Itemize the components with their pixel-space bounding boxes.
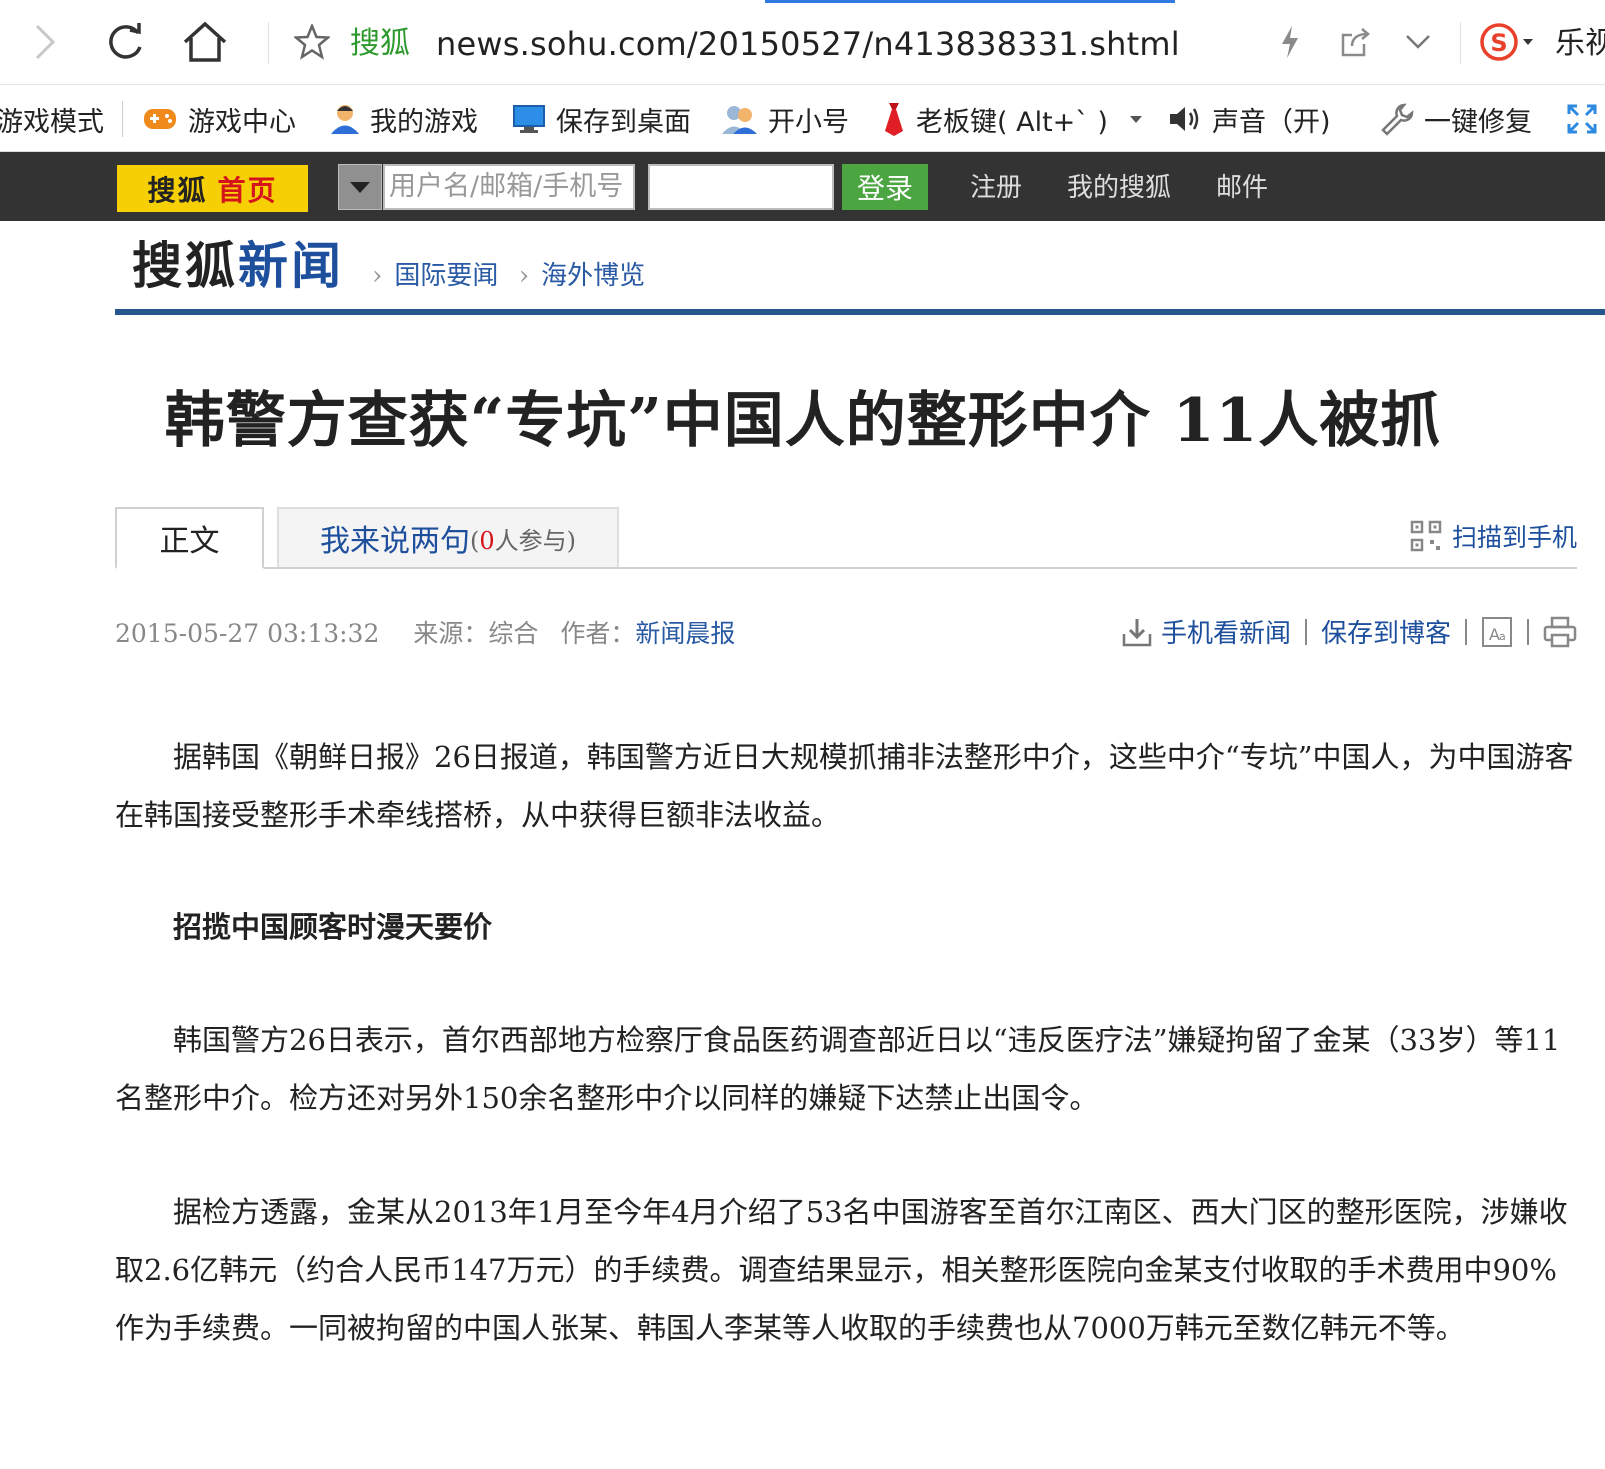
url-field[interactable]: news.sohu.com/20150527/n413838331.shtml <box>436 22 1180 66</box>
article-meta: 2015-05-27 03:13:32 来源：综合 作者：新闻晨报 <box>115 616 761 652</box>
breadcrumb: › 国际要闻 › 海外博览 <box>372 258 645 294</box>
save-to-desktop-label: 保存到桌面 <box>556 106 691 138</box>
article-tools: 手机看新闻 保存到博客 Aa <box>1121 613 1577 650</box>
svg-text:a: a <box>1499 630 1506 643</box>
open-sub-account-button[interactable]: 开小号 <box>722 99 849 139</box>
game-mode-label: 游戏模式 <box>0 106 104 138</box>
username-input[interactable]: 用户名/邮箱/手机号 <box>383 164 635 210</box>
lightning-icon[interactable] <box>1270 18 1310 66</box>
source-value: 综合 <box>488 619 539 648</box>
game-toolbar: 游戏模式 游戏中心 我的游戏 保存到桌面 开小号 老板键( Alt+` ) 声音… <box>0 85 1605 152</box>
divider <box>1460 22 1461 64</box>
svg-text:S: S <box>1490 29 1507 57</box>
logo-text: 搜狐 <box>132 238 238 294</box>
qr-code-icon <box>1410 520 1442 552</box>
chevron-right-icon: › <box>518 261 530 291</box>
breadcrumb-item[interactable]: 海外博览 <box>541 261 645 291</box>
comment-count: (0人参与) <box>469 526 577 555</box>
tab-baseline <box>115 567 1577 569</box>
my-games-button[interactable]: 我的游戏 <box>330 99 478 139</box>
sogou-input-icon[interactable]: S <box>1478 18 1540 66</box>
mail-link[interactable]: 邮件 <box>1216 168 1268 208</box>
boss-key-button[interactable]: 老板键( Alt+` ) <box>882 99 1160 139</box>
caret-down-icon <box>350 182 370 193</box>
article-subheading: 招揽中国顾客时漫天要价 <box>173 910 493 944</box>
scan-to-phone-button[interactable]: 扫描到手机 <box>1410 518 1577 554</box>
caret-down-icon[interactable] <box>1122 113 1150 125</box>
sohu-login-bar: 搜狐 首页 用户名/邮箱/手机号 登录 注册 我的搜狐 邮件 <box>0 152 1605 221</box>
password-input[interactable] <box>648 164 834 210</box>
save-to-desktop-button[interactable]: 保存到桌面 <box>512 99 691 139</box>
divider <box>1304 618 1307 645</box>
game-mode-button[interactable]: 游戏模式 <box>0 99 104 139</box>
font-size-icon[interactable]: Aa <box>1481 616 1513 648</box>
open-sub-account-label: 开小号 <box>768 106 849 138</box>
tab-article[interactable]: 正文 <box>115 507 264 569</box>
login-type-dropdown[interactable] <box>338 164 382 210</box>
boss-key-label: 老板键( Alt+` ) <box>916 106 1108 138</box>
speaker-icon <box>1170 107 1199 131</box>
my-games-label: 我的游戏 <box>370 106 478 138</box>
author-label: 作者： <box>560 619 636 648</box>
breadcrumb-item[interactable]: 国际要闻 <box>394 261 498 291</box>
fullscreen-button[interactable] <box>1567 99 1605 139</box>
chevron-down-icon[interactable] <box>1398 18 1438 66</box>
users-icon <box>722 106 757 134</box>
sound-toggle-button[interactable]: 声音（开) <box>1168 99 1331 139</box>
author-link[interactable]: 新闻晨报 <box>635 619 735 648</box>
sound-label: 声音（开) <box>1212 106 1331 138</box>
star-icon[interactable] <box>292 18 332 66</box>
site-name: 搜狐 <box>350 26 410 61</box>
wrench-icon <box>1381 103 1414 136</box>
chevron-right-icon: › <box>372 261 383 291</box>
divider <box>1527 618 1529 645</box>
publish-time: 2015-05-27 03:13:32 <box>115 619 380 648</box>
divider <box>268 22 269 64</box>
forward-icon[interactable] <box>20 18 68 66</box>
tie-icon <box>885 103 903 136</box>
share-icon[interactable] <box>1335 18 1379 66</box>
monitor-icon <box>513 105 545 133</box>
one-click-repair-button[interactable]: 一键修复 <box>1380 99 1532 139</box>
page-load-progress <box>765 0 1175 3</box>
my-sohu-link[interactable]: 我的搜狐 <box>1067 168 1171 208</box>
gamepad-icon <box>144 109 176 129</box>
tab-comments-label: 我来说两句 <box>319 524 470 559</box>
divider <box>122 101 123 137</box>
article-title: 韩警方查获“专坑”中国人的整形中介 11人被抓 <box>164 386 1442 456</box>
article-paragraph: 韩国警方26日表示，首尔西部地方检察厅食品医药调查部近日以“违反医疗法”嫌疑拘留… <box>115 1023 1561 1115</box>
repair-label: 一键修复 <box>1424 106 1532 138</box>
game-center-button[interactable]: 游戏中心 <box>142 99 296 139</box>
logo-news-text: 新闻 <box>238 238 344 294</box>
game-center-label: 游戏中心 <box>188 106 296 138</box>
tab-comments[interactable]: 我来说两句 (0人参与) <box>277 507 619 567</box>
header-divider <box>115 309 1605 315</box>
reload-icon[interactable] <box>100 18 150 66</box>
login-button[interactable]: 登录 <box>842 164 928 210</box>
sohu-home-logo[interactable]: 搜狐 首页 <box>117 165 308 212</box>
browser-address-bar: 搜狐 news.sohu.com/20150527/n413838331.sht… <box>0 0 1605 85</box>
divider <box>1465 618 1467 645</box>
article-paragraph: 据检方透露，金某从2013年1月至今年4月介绍了53名中国游客至首尔江南区、西大… <box>115 1195 1568 1345</box>
logo-text: 搜狐 <box>147 175 208 207</box>
print-icon[interactable] <box>1543 616 1577 648</box>
article-paragraph: 据韩国《朝鲜日报》26日报道，韩国警方近日大规模抓捕非法整形中介，这些中介“专坑… <box>115 740 1574 832</box>
fullscreen-icon <box>1567 104 1597 134</box>
user-icon <box>331 105 359 134</box>
source-label: 来源： <box>413 619 489 648</box>
sohu-news-logo[interactable]: 搜狐新闻 <box>132 236 344 296</box>
logo-home-text: 首页 <box>217 175 278 207</box>
le-tv-link[interactable]: 乐视 <box>1555 24 1605 64</box>
register-link[interactable]: 注册 <box>970 168 1022 208</box>
mobile-news-link[interactable]: 手机看新闻 <box>1161 613 1291 650</box>
home-icon[interactable] <box>178 18 232 66</box>
download-icon <box>1122 618 1152 646</box>
scan-to-phone-label: 扫描到手机 <box>1451 523 1577 552</box>
save-to-blog-link[interactable]: 保存到博客 <box>1321 613 1451 650</box>
